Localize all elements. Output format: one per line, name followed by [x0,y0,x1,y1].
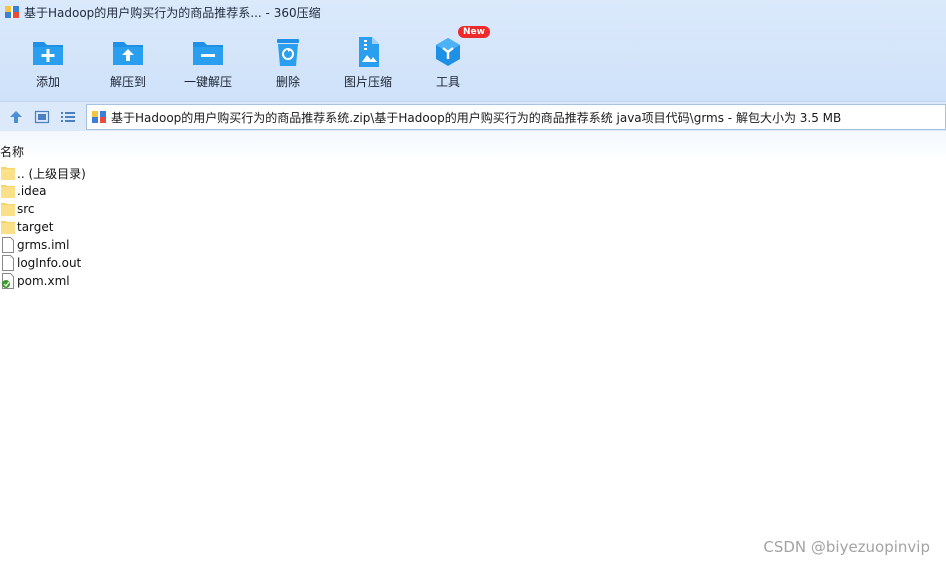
list-item-loginfo-out[interactable]: logInfo.out [0,254,300,272]
address-bar: 基于Hadoop的用户购买行为的商品推荐系统.zip\基于Hadoop的用户购买… [0,101,946,132]
extract-to-button[interactable]: 解压到 [88,26,168,98]
image-compress-label: 图片压缩 [343,75,392,89]
trash-icon [277,39,299,66]
tools-cube-icon [436,38,460,66]
up-arrow-icon[interactable] [8,109,24,125]
window-title: 基于Hadoop的用户购买行为的商品推荐系... - 360压缩 [24,5,321,20]
file-icon [2,255,14,271]
list-item-grms-iml[interactable]: grms.iml [0,236,300,254]
list-item-src[interactable]: src [0,200,300,218]
file-list: .. (上级目录) .idea src target grms.iml logI… [0,164,300,290]
add-button[interactable]: 添加 [8,26,88,98]
file-name: .idea [17,184,47,198]
one-click-extract-button[interactable]: 一键解压 [168,26,248,98]
file-name: grms.iml [17,238,70,252]
file-name: src [17,202,35,216]
new-badge: New [458,26,490,38]
add-folder-icon [33,42,63,65]
delete-label: 删除 [275,75,300,89]
folder-icon [1,167,15,180]
image-compress-icon [359,37,379,67]
folder-icon [1,203,15,216]
one-click-extract-icon [193,42,223,65]
list-item-pom-xml[interactable]: pom.xml [0,272,300,290]
file-name: logInfo.out [17,256,82,270]
address-field[interactable]: 基于Hadoop的用户购买行为的商品推荐系统.zip\基于Hadoop的用户购买… [86,104,946,130]
app-archive-icon [5,6,19,18]
list-view-icon[interactable] [60,109,76,125]
name-column-label: 名称 [0,145,25,159]
file-name: pom.xml [17,274,70,288]
file-name: target [17,220,54,234]
thumbnail-view-icon[interactable] [34,109,50,125]
file-name: .. (上级目录) [17,166,86,181]
folder-icon [1,185,15,198]
address-path: 基于Hadoop的用户购买行为的商品推荐系统.zip\基于Hadoop的用户购买… [111,110,842,125]
list-item-parent-dir[interactable]: .. (上级目录) [0,164,300,182]
list-item-target[interactable]: target [0,218,300,236]
watermark: CSDN @biyezuopinvip [763,538,930,556]
toolbar-area: 基于Hadoop的用户购买行为的商品推荐系... - 360压缩 添加 解压到 [0,0,946,101]
add-label: 添加 [35,75,60,89]
extract-to-label: 解压到 [109,75,146,89]
folder-icon [1,221,15,234]
title-bar: 基于Hadoop的用户购买行为的商品推荐系... - 360压缩 [0,0,321,24]
image-compress-button[interactable]: 图片压缩 [328,26,408,98]
tools-label: 工具 [435,75,460,89]
list-item-idea[interactable]: .idea [0,182,300,200]
file-icon [2,237,14,253]
zip-archive-icon [92,111,106,123]
delete-button[interactable]: 删除 [248,26,328,98]
column-header[interactable]: 名称 [0,131,946,161]
extract-to-icon [113,42,143,65]
main-toolbar: 添加 解压到 一键解压 删除 图片压缩 New 工具 [0,26,500,98]
tools-button[interactable]: New 工具 [408,26,490,98]
one-click-extract-label: 一键解压 [183,75,232,89]
xml-file-icon [2,273,14,289]
